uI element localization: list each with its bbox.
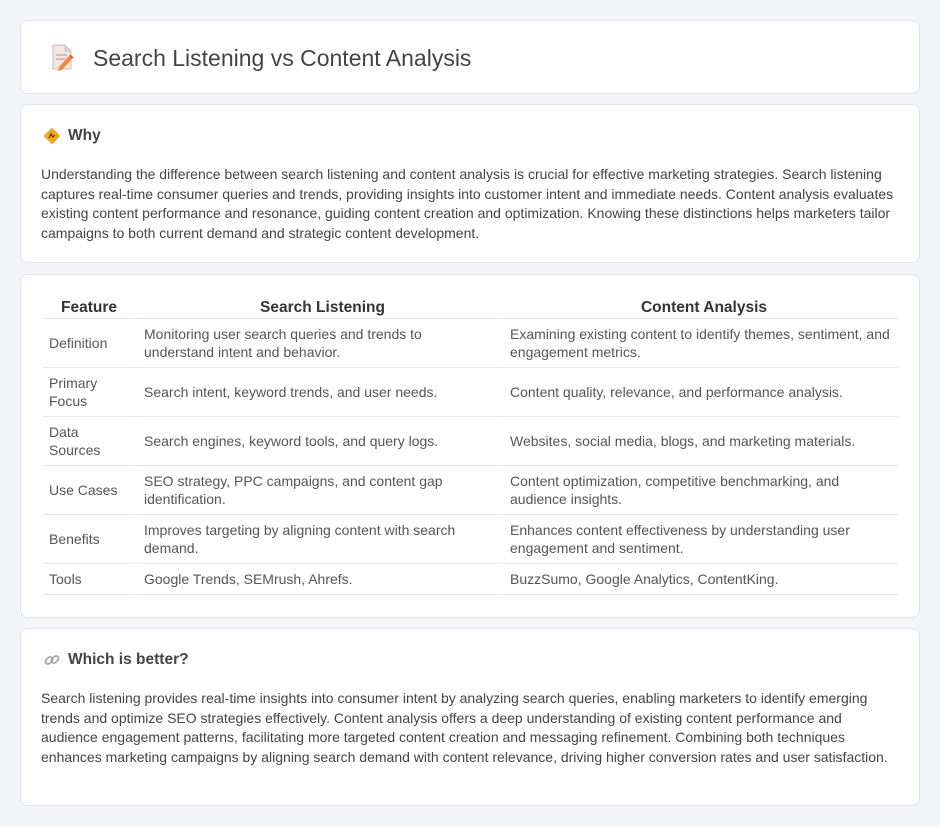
row-feature: Data Sources [43,417,135,466]
link-icon [43,651,61,669]
row-search-listening: Search intent, keyword trends, and user … [135,368,501,417]
table-row: Definition Monitoring user search querie… [43,319,898,368]
row-content-analysis: Enhances content effectiveness by unders… [501,515,898,564]
why-title: Why [68,127,101,144]
table-row: Primary Focus Search intent, keyword tre… [43,368,898,417]
table-header-row: Feature Search Listening Content Analysi… [43,298,898,319]
row-content-analysis: Websites, social media, blogs, and marke… [501,417,898,466]
which-is-better-section: Which is better? Search listening provid… [20,628,920,806]
row-content-analysis: BuzzSumo, Google Analytics, ContentKing. [501,564,898,595]
row-feature: Definition [43,319,135,368]
row-content-analysis: Content quality, relevance, and performa… [501,368,898,417]
row-search-listening: Improves targeting by aligning content w… [135,515,501,564]
row-search-listening: Search engines, keyword tools, and query… [135,417,501,466]
why-section: Why Understanding the difference between… [20,104,920,263]
table-row: Use Cases SEO strategy, PPC campaigns, a… [43,466,898,515]
row-content-analysis: Content optimization, competitive benchm… [501,466,898,515]
why-text: Understanding the difference between sea… [41,166,894,241]
row-feature: Primary Focus [43,368,135,417]
header-card: Search Listening vs Content Analysis [20,20,920,94]
row-search-listening: SEO strategy, PPC campaigns, and content… [135,466,501,515]
table-row: Tools Google Trends, SEMrush, Ahrefs. Bu… [43,564,898,595]
header-content-analysis: Content Analysis [501,298,898,319]
row-content-analysis: Examining existing content to identify t… [501,319,898,368]
row-feature: Benefits [43,515,135,564]
row-search-listening: Monitoring user search queries and trend… [135,319,501,368]
comparison-table: Feature Search Listening Content Analysi… [43,298,898,595]
which-is-better-title: Which is better? [68,651,189,668]
row-feature: Tools [43,564,135,595]
comparison-table-card: Feature Search Listening Content Analysi… [20,274,920,618]
document-pencil-icon [49,43,75,73]
header-search-listening: Search Listening [135,298,501,319]
which-is-better-text: Search listening provides real-time insi… [41,690,888,765]
table-row: Benefits Improves targeting by aligning … [43,515,898,564]
row-search-listening: Google Trends, SEMrush, Ahrefs. [135,564,501,595]
table-row: Data Sources Search engines, keyword too… [43,417,898,466]
header-feature: Feature [43,298,135,319]
row-feature: Use Cases [43,466,135,515]
page-title: Search Listening vs Content Analysis [93,44,472,71]
diamond-sign-icon [43,127,61,145]
